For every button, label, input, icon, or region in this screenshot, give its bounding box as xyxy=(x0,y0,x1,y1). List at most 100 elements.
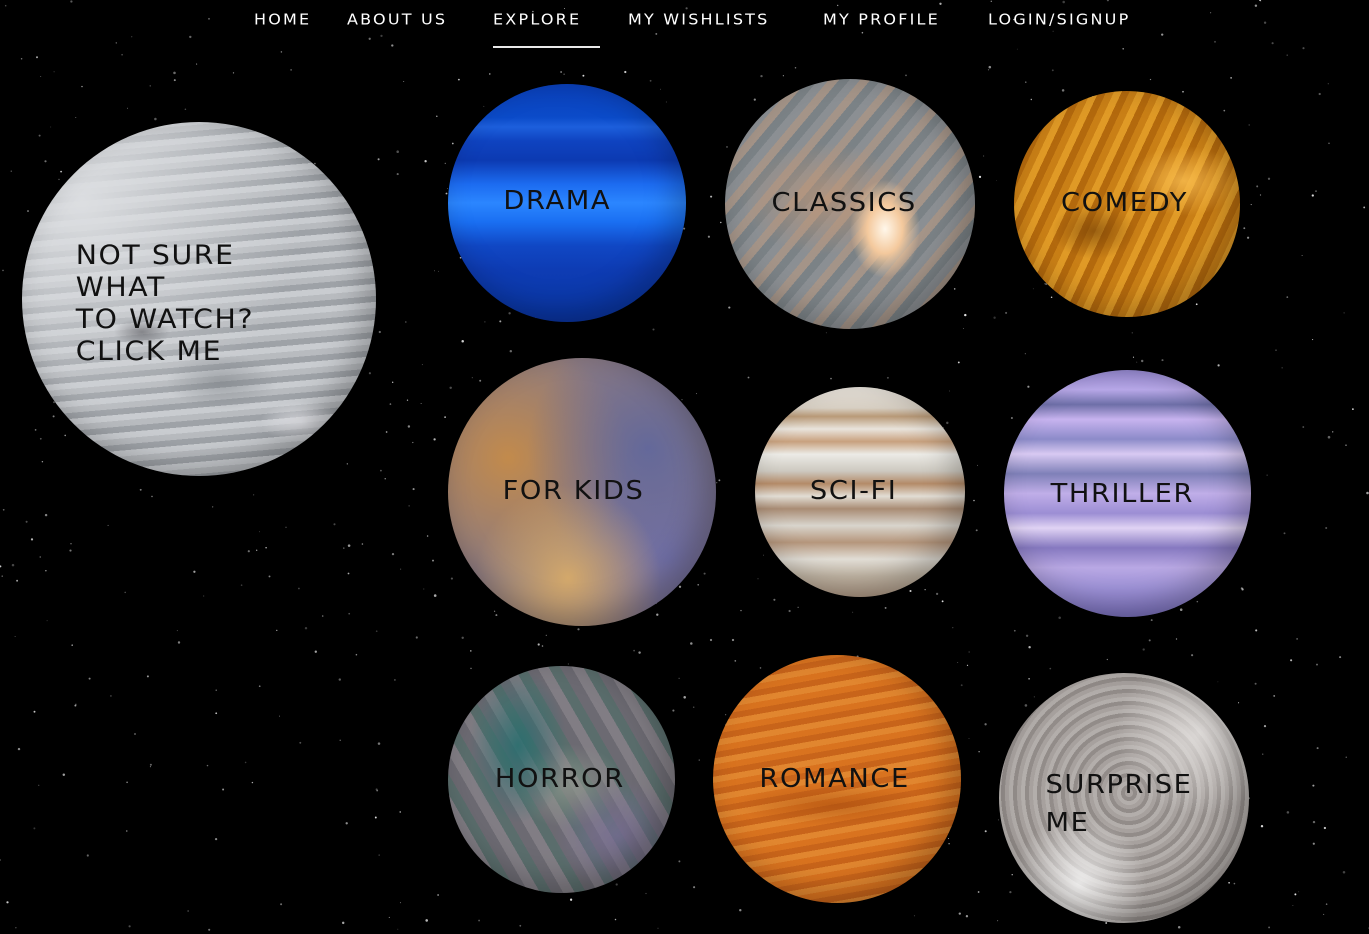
star xyxy=(948,843,950,845)
star xyxy=(30,538,34,541)
star xyxy=(53,71,55,73)
star xyxy=(1049,667,1052,670)
star xyxy=(1009,890,1012,894)
star xyxy=(734,660,737,662)
star xyxy=(499,320,502,323)
star xyxy=(321,615,324,617)
star xyxy=(657,927,659,929)
star xyxy=(946,421,949,425)
star xyxy=(703,572,706,575)
star xyxy=(964,313,967,317)
star xyxy=(759,667,762,669)
star xyxy=(38,784,40,786)
genre-thriller-planet[interactable]: THRILLER xyxy=(1004,370,1251,617)
star xyxy=(196,63,198,65)
star xyxy=(0,565,2,568)
genre-for-kids-planet[interactable]: FOR KIDS xyxy=(448,358,716,626)
star xyxy=(997,819,999,821)
star xyxy=(541,645,544,647)
star xyxy=(128,925,131,928)
star xyxy=(375,630,378,633)
star xyxy=(740,609,742,612)
star xyxy=(432,559,434,562)
star xyxy=(1250,204,1252,206)
star xyxy=(457,78,460,81)
star xyxy=(25,520,28,523)
star xyxy=(479,379,482,382)
star xyxy=(134,733,136,735)
nav-explore-link[interactable]: EXPLORE xyxy=(493,11,581,31)
star xyxy=(187,910,189,912)
genre-sci-fi-planet[interactable]: SCI-FI xyxy=(755,387,965,597)
star xyxy=(884,606,887,609)
star xyxy=(126,107,128,109)
star xyxy=(1259,194,1262,196)
star xyxy=(582,74,585,77)
star xyxy=(256,549,258,551)
star xyxy=(720,221,722,224)
nav-my-profile-link[interactable]: MY PROFILE xyxy=(823,11,940,31)
star xyxy=(924,589,926,591)
star xyxy=(461,636,464,639)
star xyxy=(1318,92,1321,96)
star xyxy=(672,709,675,712)
star xyxy=(27,210,29,212)
genre-drama-planet[interactable]: DRAMA xyxy=(448,84,686,322)
star xyxy=(404,321,407,323)
star xyxy=(652,328,655,331)
nav-about-us-link[interactable]: ABOUT US xyxy=(347,11,447,31)
genre-sci-fi-label: SCI-FI xyxy=(809,476,898,506)
star xyxy=(1323,913,1325,915)
star xyxy=(1228,881,1230,884)
star xyxy=(1345,444,1347,446)
star xyxy=(146,675,149,678)
genre-horror-planet[interactable]: HORROR xyxy=(448,666,675,893)
star xyxy=(909,589,912,593)
star xyxy=(983,155,985,157)
star xyxy=(678,860,681,863)
star xyxy=(389,403,392,405)
genre-romance-planet[interactable]: ROMANCE xyxy=(713,655,961,903)
star xyxy=(852,611,854,613)
star xyxy=(739,909,742,912)
star xyxy=(149,85,151,87)
star xyxy=(1312,842,1315,845)
star xyxy=(1177,925,1181,929)
nav-login-signup-link[interactable]: LOGIN/SIGNUP xyxy=(988,11,1130,31)
star xyxy=(212,506,214,508)
star xyxy=(400,568,402,570)
star xyxy=(406,399,409,401)
star xyxy=(60,170,63,173)
star xyxy=(577,628,580,631)
star xyxy=(149,766,151,768)
star xyxy=(1027,385,1030,388)
star xyxy=(1010,416,1013,420)
random-pick-planet[interactable]: NOT SURE WHAT TO WATCH? CLICK ME xyxy=(22,122,376,476)
nav-my-wishlists-link[interactable]: MY WISHLISTS xyxy=(628,11,770,31)
star xyxy=(509,349,513,353)
genre-classics-planet[interactable]: CLASSICS xyxy=(725,79,975,329)
star xyxy=(1179,608,1183,611)
star xyxy=(968,651,970,653)
star xyxy=(958,912,961,915)
star xyxy=(45,570,47,572)
star xyxy=(1243,227,1246,230)
star xyxy=(1267,177,1271,180)
star xyxy=(149,763,152,766)
star xyxy=(638,651,641,654)
genre-surprise-me-planet[interactable]: SURPRISE ME xyxy=(999,673,1249,923)
star xyxy=(1256,185,1259,188)
star xyxy=(193,570,196,573)
star xyxy=(1312,339,1314,341)
star xyxy=(214,837,218,841)
star xyxy=(433,594,437,597)
star xyxy=(1339,656,1342,659)
star xyxy=(1140,359,1144,363)
genre-comedy-planet[interactable]: COMEDY xyxy=(1014,91,1240,317)
star xyxy=(1217,364,1220,367)
star xyxy=(660,88,661,90)
star xyxy=(392,381,394,383)
nav-home-link[interactable]: HOME xyxy=(254,11,311,31)
star xyxy=(240,584,243,586)
star xyxy=(1191,654,1194,657)
